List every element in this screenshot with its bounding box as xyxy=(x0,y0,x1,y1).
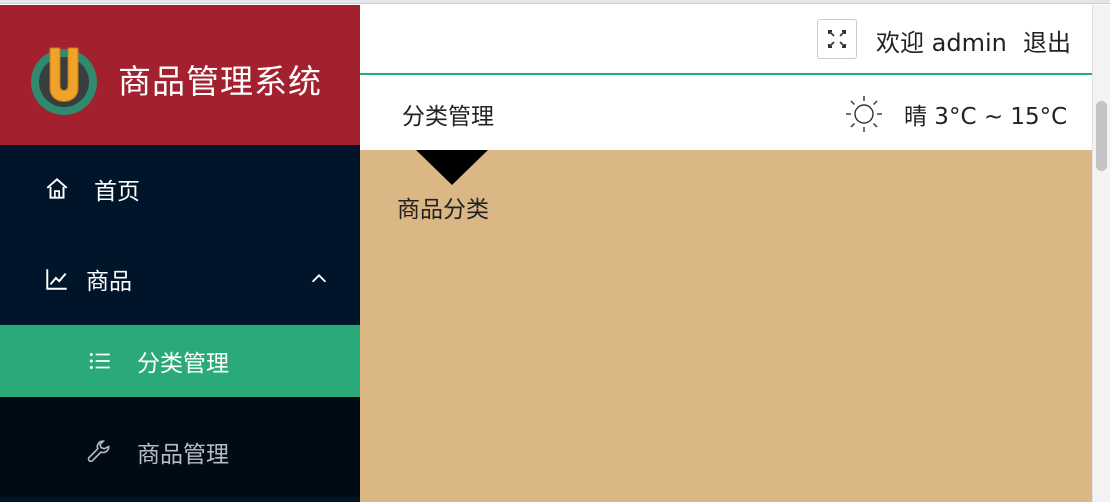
chart-line-icon xyxy=(46,269,67,290)
content-area: 商品分类 xyxy=(360,150,1092,502)
scrollbar-thumb[interactable] xyxy=(1096,101,1107,171)
wrench-icon xyxy=(87,440,110,463)
header: 欢迎 admin 退出 xyxy=(360,5,1092,75)
card-title: 商品分类 xyxy=(397,197,489,223)
window-top-border xyxy=(0,0,1110,4)
breadcrumb: 分类管理 xyxy=(402,104,494,130)
fullscreen-icon xyxy=(828,30,846,48)
app-title: 商品管理系统 xyxy=(118,62,322,101)
sidebar-item-label: 分类管理 xyxy=(137,351,229,377)
logout-link[interactable]: 退出 xyxy=(1023,23,1071,58)
pointer-triangle xyxy=(416,150,488,185)
sidebar-item-home[interactable]: 首页 xyxy=(0,145,360,233)
scrollbar[interactable] xyxy=(1092,5,1110,502)
sun-icon xyxy=(846,96,882,132)
sidebar-item-label: 商品管理 xyxy=(137,442,229,468)
list-icon xyxy=(89,352,110,370)
sidebar: 商品管理系统 首页 商品 分类管理 商品管理 xyxy=(0,5,360,502)
sidebar-item-goods[interactable]: 商品 xyxy=(0,233,360,325)
chevron-up-icon xyxy=(311,274,327,283)
sidebar-item-label: 首页 xyxy=(94,179,140,205)
sidebar-item-goods-management[interactable]: 商品管理 xyxy=(0,397,360,497)
fullscreen-button[interactable] xyxy=(817,19,857,59)
weather-text: 晴 3°C ~ 15°C xyxy=(904,104,1068,130)
sidebar-item-category[interactable]: 分类管理 xyxy=(0,325,360,397)
sidebar-item-label: 商品 xyxy=(86,269,132,295)
welcome-text: 欢迎 admin xyxy=(876,29,1007,57)
logo-icon xyxy=(31,47,97,115)
logo-area: 商品管理系统 xyxy=(0,5,360,150)
home-icon xyxy=(46,177,68,199)
breadcrumb-bar: 分类管理 晴 3°C ~ 15°C xyxy=(360,75,1092,150)
